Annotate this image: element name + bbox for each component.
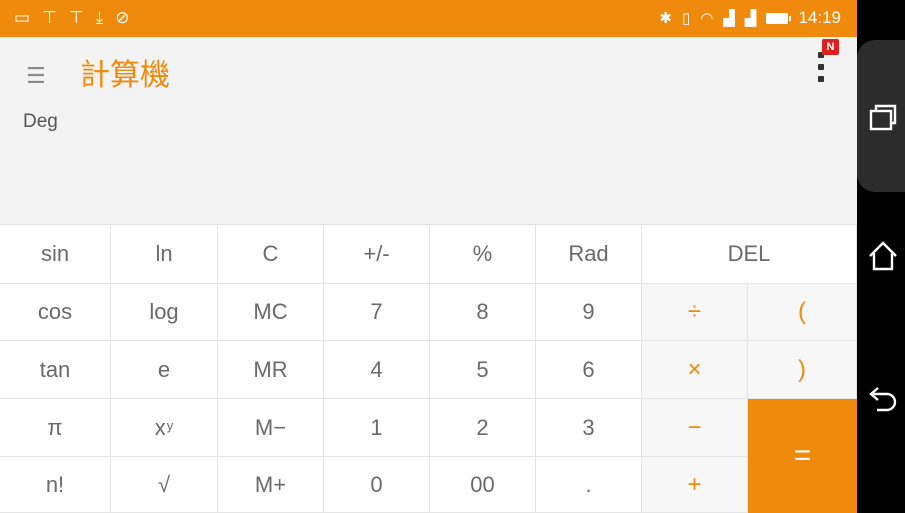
key-0[interactable]: 0 (324, 457, 430, 513)
key-1[interactable]: 1 (324, 399, 430, 457)
key-factorial[interactable]: n! (0, 457, 111, 513)
recents-icon[interactable] (869, 103, 897, 135)
key-cos[interactable]: cos (0, 284, 111, 341)
key-memory-recall[interactable]: MR (218, 341, 324, 399)
key-4[interactable]: 4 (324, 341, 430, 399)
key-sign[interactable]: +/- (324, 225, 430, 284)
wifi-icon: ◠ (700, 9, 714, 27)
key-memory-clear[interactable]: MC (218, 284, 324, 341)
key-00[interactable]: 00 (430, 457, 536, 513)
key-pi[interactable]: π (0, 399, 111, 457)
key-5[interactable]: 5 (430, 341, 536, 399)
key-divide[interactable]: ÷ (642, 284, 748, 341)
key-9[interactable]: 9 (536, 284, 642, 341)
signal-icon: ▟ (744, 9, 757, 27)
back-icon[interactable] (867, 383, 899, 419)
notification-icon: ⊤ (68, 8, 84, 28)
bluetooth-icon: ✱ (659, 9, 672, 27)
key-7[interactable]: 7 (324, 284, 430, 341)
app-title: 計算機 (80, 58, 170, 93)
key-memory-plus[interactable]: M+ (218, 457, 324, 513)
key-add[interactable]: + (642, 457, 748, 513)
key-equals[interactable]: = (748, 399, 857, 513)
key-delete[interactable]: DEL (642, 225, 857, 284)
battery-icon (766, 12, 792, 24)
status-time: 14:19 (798, 8, 841, 27)
key-6[interactable]: 6 (536, 341, 642, 399)
signal-icon: ▟ (723, 9, 735, 27)
vibrate-icon: ▯ (682, 9, 691, 27)
key-decimal[interactable]: . (536, 457, 642, 513)
status-bar: ▭ ⊤ ⊤ ⤓ ⊘ ✱ ▯ ◠ ▟ ▟ 14:19 (0, 0, 857, 37)
home-icon[interactable] (867, 240, 899, 276)
keypad: sin ln C +/- % Rad DEL cos log MC 7 8 9 … (0, 224, 857, 513)
key-3[interactable]: 3 (536, 399, 642, 457)
key-close-paren[interactable]: ) (748, 341, 857, 399)
key-8[interactable]: 8 (430, 284, 536, 341)
notification-icon: ⊤ (42, 8, 57, 28)
key-2[interactable]: 2 (430, 399, 536, 457)
key-ln[interactable]: ln (111, 225, 218, 284)
key-memory-minus[interactable]: M− (218, 399, 324, 457)
key-sqrt[interactable]: √ (111, 457, 218, 513)
image-icon: ▭ (14, 8, 31, 28)
blocked-icon: ⊘ (115, 8, 130, 28)
key-multiply[interactable]: × (642, 341, 748, 399)
key-clear[interactable]: C (218, 225, 324, 284)
overflow-menu-icon[interactable] (816, 52, 826, 92)
download-icon: ⤓ (95, 8, 104, 28)
key-subtract[interactable]: − (642, 399, 748, 457)
key-power-exponent: y (166, 418, 174, 433)
key-sin[interactable]: sin (0, 225, 111, 284)
key-tan[interactable]: tan (0, 341, 111, 399)
key-open-paren[interactable]: ( (748, 284, 857, 341)
result-display (0, 140, 857, 224)
key-percent[interactable]: % (430, 225, 536, 284)
key-rad[interactable]: Rad (536, 225, 642, 284)
key-e[interactable]: e (111, 341, 218, 399)
calculator-app: ▭ ⊤ ⊤ ⤓ ⊘ ✱ ▯ ◠ ▟ ▟ 14:19 ☰ 計算機 N Deg si… (0, 0, 857, 513)
menu-icon[interactable]: ☰ (26, 66, 46, 88)
new-badge: N (822, 39, 839, 55)
key-power-base: x (154, 414, 166, 440)
angle-mode-indicator: Deg (23, 111, 58, 132)
key-power[interactable]: xy (111, 399, 218, 457)
key-log[interactable]: log (111, 284, 218, 341)
